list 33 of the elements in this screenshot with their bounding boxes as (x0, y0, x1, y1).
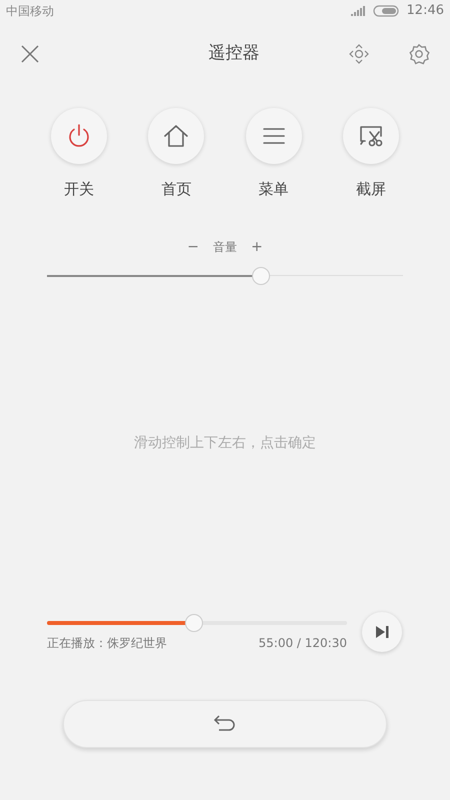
screen-scissors-icon (358, 124, 384, 148)
shortcut-button[interactable] (51, 108, 107, 164)
shortcut-label: 菜单 (258, 179, 289, 200)
next-button[interactable] (362, 612, 402, 652)
playback-time: 55:00 / 120:30 (258, 634, 347, 652)
close-icon (21, 45, 39, 63)
volume-label: 音量 (213, 239, 237, 256)
battery-icon (372, 5, 399, 17)
signal-icon (350, 6, 365, 16)
now-playing-text: 正在播放：侏罗纪世界 (47, 634, 167, 652)
progress-thumb[interactable] (185, 614, 203, 632)
settings-icon (408, 43, 430, 65)
volume-up-button[interactable]: + (251, 236, 263, 258)
page-title: 遥控器 (208, 42, 260, 66)
clock-time: 12:46 (406, 2, 444, 20)
volume-down-button[interactable]: − (187, 236, 199, 258)
shortcut-label: 首页 (161, 179, 192, 200)
settings-button[interactable] (408, 43, 430, 65)
touchpad-hint: 滑动控制上下左右，点击确定 (134, 434, 316, 454)
direction-pad-icon (348, 43, 370, 65)
skip-next-icon (376, 626, 388, 638)
menu-icon (262, 126, 286, 146)
back-arrow-icon (213, 714, 237, 734)
carrier-name: 中国移动 (6, 3, 54, 20)
shortcut-label: 开关 (64, 179, 94, 200)
power-icon (66, 123, 92, 149)
shortcut-button[interactable] (342, 108, 399, 164)
shortcut-label: 截屏 (356, 179, 386, 200)
home-icon (163, 123, 190, 149)
shortcut-button[interactable] (148, 108, 204, 164)
direction-pad-button[interactable] (348, 43, 370, 65)
volume-slider-thumb[interactable] (252, 266, 270, 284)
close-button[interactable] (20, 44, 40, 64)
